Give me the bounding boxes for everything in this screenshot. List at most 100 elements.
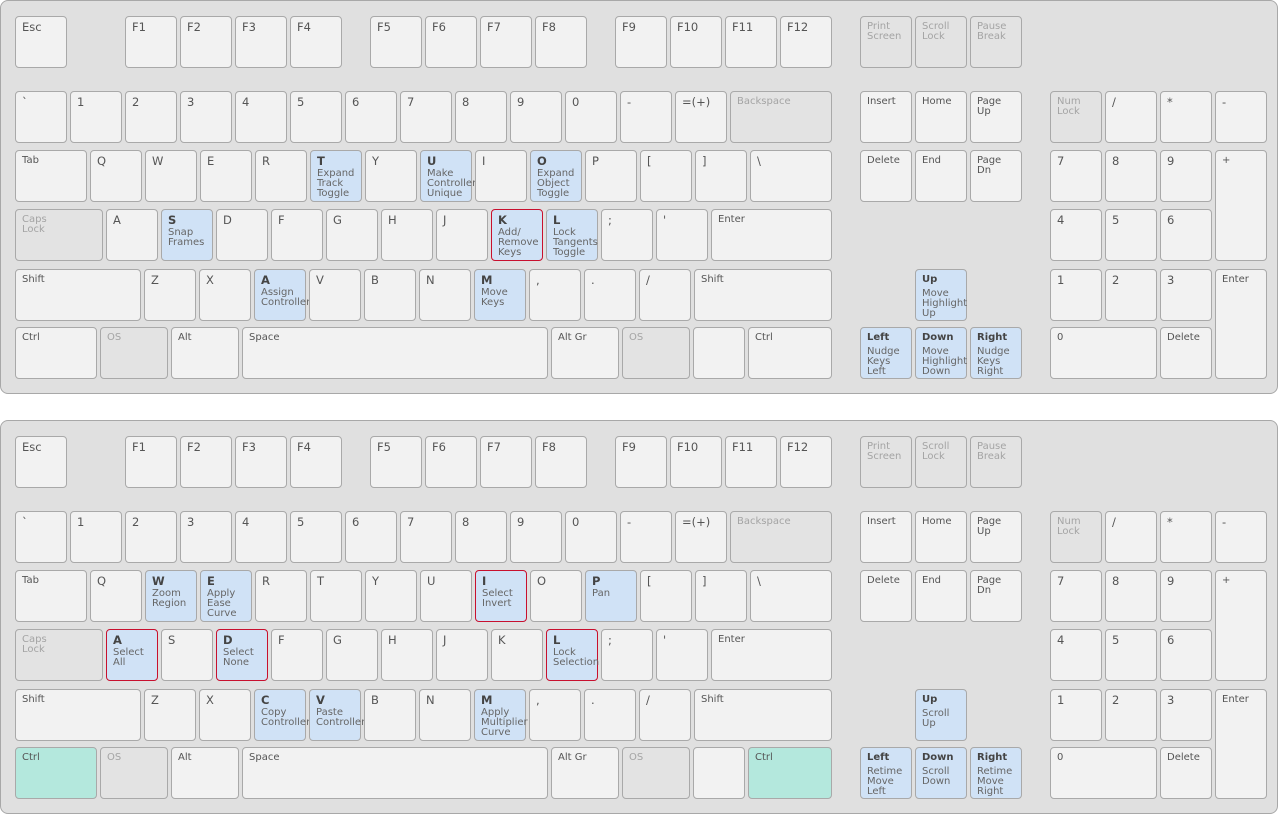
key-kp7[interactable]: 7 — [1050, 150, 1102, 202]
key-k[interactable]: K Add/ Remove Keys — [491, 209, 543, 261]
key-r[interactable]: R — [255, 150, 307, 202]
key-comma[interactable]: , — [529, 269, 581, 321]
key-end[interactable]: End — [915, 570, 967, 622]
key-m[interactable]: M Move Keys — [474, 269, 526, 321]
key-numlock[interactable]: Num Lock — [1050, 91, 1102, 143]
key-numlock[interactable]: Num Lock — [1050, 511, 1102, 563]
key-kp9[interactable]: 9 — [1160, 570, 1212, 622]
key-space[interactable]: Space — [242, 747, 548, 799]
key-kp8[interactable]: 8 — [1105, 150, 1157, 202]
key-p[interactable]: P — [585, 150, 637, 202]
key-pagedown[interactable]: Page Dn — [970, 570, 1022, 622]
key-kp4[interactable]: 4 — [1050, 629, 1102, 681]
key-f4[interactable]: F4 — [290, 16, 342, 68]
key-pagedown[interactable]: Page Dn — [970, 150, 1022, 202]
key-lshift[interactable]: Shift — [15, 689, 141, 741]
key-kp-delete[interactable]: Delete — [1160, 747, 1212, 799]
key-rbracket[interactable]: ] — [695, 150, 747, 202]
key-kp1[interactable]: 1 — [1050, 269, 1102, 321]
key-menu[interactable] — [693, 747, 745, 799]
key-backspace[interactable]: Backspace — [730, 91, 832, 143]
key-left[interactable]: Left Nudge Keys Left — [860, 327, 912, 379]
key-up[interactable]: Up Scroll Up — [915, 689, 967, 741]
key-period[interactable]: . — [584, 269, 636, 321]
key-altgr[interactable]: Alt Gr — [551, 747, 619, 799]
key-n3[interactable]: 3 — [180, 511, 232, 563]
key-f12[interactable]: F12 — [780, 16, 832, 68]
key-slash[interactable]: / — [639, 269, 691, 321]
key-n0[interactable]: 0 — [565, 511, 617, 563]
key-v[interactable]: V Paste Controller — [309, 689, 365, 741]
key-f2[interactable]: F2 — [180, 16, 232, 68]
key-backslash[interactable]: \ — [750, 570, 832, 622]
key-n5[interactable]: 5 — [290, 91, 342, 143]
key-pause[interactable]: Pause Break — [970, 16, 1022, 68]
key-lctrl[interactable]: Ctrl — [15, 747, 97, 799]
key-j[interactable]: J — [436, 629, 488, 681]
key-f5[interactable]: F5 — [370, 16, 422, 68]
key-semicolon[interactable]: ; — [601, 209, 653, 261]
key-l[interactable]: L Lock Selection — [546, 629, 599, 681]
key-n2[interactable]: 2 — [125, 511, 177, 563]
key-z[interactable]: Z — [144, 689, 196, 741]
key-f1[interactable]: F1 — [125, 436, 177, 488]
key-kp3[interactable]: 3 — [1160, 689, 1212, 741]
key-kp3[interactable]: 3 — [1160, 269, 1212, 321]
key-backtick[interactable]: ` — [15, 91, 67, 143]
key-f8[interactable]: F8 — [535, 436, 587, 488]
key-esc[interactable]: Esc — [15, 16, 67, 68]
key-rshift[interactable]: Shift — [694, 269, 832, 321]
key-n0[interactable]: 0 — [565, 91, 617, 143]
key-f11[interactable]: F11 — [725, 436, 777, 488]
key-pageup[interactable]: Page Up — [970, 91, 1022, 143]
key-rctrl[interactable]: Ctrl — [748, 747, 832, 799]
key-g[interactable]: G — [326, 629, 378, 681]
key-f6[interactable]: F6 — [425, 436, 477, 488]
key-equals[interactable]: =(+) — [675, 91, 727, 143]
key-n5[interactable]: 5 — [290, 511, 342, 563]
key-kp0[interactable]: 0 — [1050, 747, 1157, 799]
key-kp-plus[interactable]: + — [1215, 570, 1267, 681]
key-s[interactable]: S — [161, 629, 213, 681]
key-z[interactable]: Z — [144, 269, 196, 321]
key-n9[interactable]: 9 — [510, 91, 562, 143]
key-lalt[interactable]: Alt — [171, 747, 239, 799]
key-ros[interactable]: OS — [622, 747, 690, 799]
key-o[interactable]: O — [530, 570, 582, 622]
key-backtick[interactable]: ` — [15, 511, 67, 563]
key-equals[interactable]: =(+) — [675, 511, 727, 563]
key-capslock[interactable]: Caps Lock — [15, 209, 103, 261]
key-kp4[interactable]: 4 — [1050, 209, 1102, 261]
key-semicolon[interactable]: ; — [601, 629, 653, 681]
key-f1[interactable]: F1 — [125, 16, 177, 68]
key-right[interactable]: Right Nudge Keys Right — [970, 327, 1022, 379]
key-delete[interactable]: Delete — [860, 570, 912, 622]
key-kp9[interactable]: 9 — [1160, 150, 1212, 202]
key-r[interactable]: R — [255, 570, 307, 622]
key-n4[interactable]: 4 — [235, 511, 287, 563]
key-enter[interactable]: Enter — [711, 209, 832, 261]
key-lbracket[interactable]: [ — [640, 570, 692, 622]
key-p[interactable]: P Pan — [585, 570, 637, 622]
key-x[interactable]: X — [199, 269, 251, 321]
key-t[interactable]: T Expand Track Toggle — [310, 150, 362, 202]
key-w[interactable]: W Zoom Region — [145, 570, 197, 622]
key-m[interactable]: M Apply Multiplier Curve — [474, 689, 528, 741]
key-d[interactable]: D Select None — [216, 629, 268, 681]
key-los[interactable]: OS — [100, 747, 168, 799]
key-n6[interactable]: 6 — [345, 91, 397, 143]
key-kp6[interactable]: 6 — [1160, 629, 1212, 681]
key-w[interactable]: W — [145, 150, 197, 202]
key-v[interactable]: V — [309, 269, 361, 321]
key-pause[interactable]: Pause Break — [970, 436, 1022, 488]
key-n8[interactable]: 8 — [455, 511, 507, 563]
key-kp-delete[interactable]: Delete — [1160, 327, 1212, 379]
key-minus[interactable]: - — [620, 511, 672, 563]
key-o[interactable]: O Expand Object Toggle — [530, 150, 582, 202]
key-x[interactable]: X — [199, 689, 251, 741]
key-f5[interactable]: F5 — [370, 436, 422, 488]
key-scrolllock[interactable]: Scroll Lock — [915, 16, 967, 68]
key-menu[interactable] — [693, 327, 745, 379]
key-ros[interactable]: OS — [622, 327, 690, 379]
key-u[interactable]: U — [420, 570, 472, 622]
